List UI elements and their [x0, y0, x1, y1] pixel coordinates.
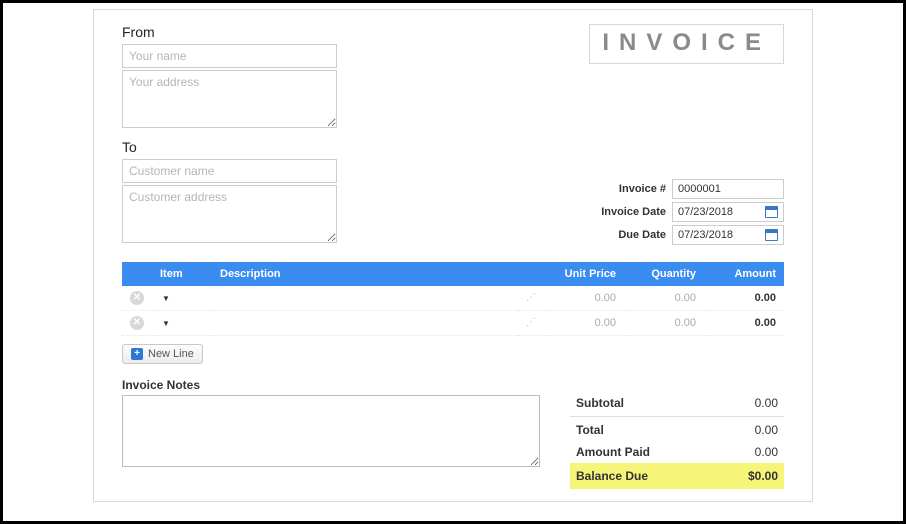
due-date-label: Due Date [556, 229, 666, 241]
plus-icon: + [131, 348, 143, 360]
to-label: To [122, 139, 337, 155]
invoice-number-label: Invoice # [556, 183, 666, 195]
item-cell[interactable] [152, 286, 212, 311]
col-item: Item [152, 262, 212, 286]
total-value: 0.00 [755, 423, 778, 437]
notes-textarea[interactable] [122, 395, 540, 467]
description-cell[interactable] [212, 311, 518, 336]
table-row: ✕ ⋰ 0.00 0.00 0.00 [122, 311, 784, 336]
quantity-cell[interactable]: 0.00 [624, 311, 704, 336]
subtotal-value: 0.00 [755, 396, 778, 410]
col-quantity: Quantity [624, 262, 704, 286]
delete-row-icon[interactable]: ✕ [130, 291, 144, 305]
notes-section: Invoice Notes [122, 378, 540, 489]
invoice-date-input[interactable]: 07/23/2018 [672, 202, 784, 222]
calendar-icon[interactable] [765, 229, 778, 241]
invoice-title: INVOICE [589, 24, 784, 64]
new-line-label: New Line [148, 348, 194, 360]
resize-grip-icon[interactable]: ⋰ [526, 320, 536, 330]
from-address-input[interactable] [122, 70, 337, 128]
to-address-input[interactable] [122, 185, 337, 243]
chevron-down-icon[interactable] [160, 317, 170, 329]
table-row: ✕ ⋰ 0.00 0.00 0.00 [122, 286, 784, 311]
amount-paid-value: 0.00 [755, 445, 778, 459]
due-date-input[interactable]: 07/23/2018 [672, 225, 784, 245]
from-section: From [122, 24, 337, 133]
unit-price-cell[interactable]: 0.00 [544, 311, 624, 336]
amount-cell: 0.00 [704, 286, 784, 311]
to-name-input[interactable] [122, 159, 337, 183]
delete-row-icon[interactable]: ✕ [130, 316, 144, 330]
col-amount: Amount [704, 262, 784, 286]
from-label: From [122, 24, 337, 40]
page-frame: From INVOICE To Invoice # 0000001 [0, 0, 906, 524]
items-header-row: Item Description Unit Price Quantity Amo… [122, 262, 784, 286]
total-label: Total [576, 423, 604, 437]
due-date-value: 07/23/2018 [678, 229, 733, 241]
col-description: Description [212, 262, 518, 286]
invoice-number-value: 0000001 [678, 183, 721, 195]
description-cell[interactable] [212, 286, 518, 311]
notes-label: Invoice Notes [122, 378, 540, 392]
amount-cell: 0.00 [704, 311, 784, 336]
invoice-number-input[interactable]: 0000001 [672, 179, 784, 199]
totals-section: Subtotal 0.00 Total 0.00 Amount Paid 0.0… [570, 392, 784, 489]
invoice-date-label: Invoice Date [556, 206, 666, 218]
invoice-meta: Invoice # 0000001 Invoice Date 07/23/201… [504, 179, 784, 248]
to-section: To [122, 139, 337, 248]
invoice-panel: From INVOICE To Invoice # 0000001 [93, 9, 813, 502]
items-table: Item Description Unit Price Quantity Amo… [122, 262, 784, 336]
col-unit-price: Unit Price [544, 262, 624, 286]
amount-paid-label: Amount Paid [576, 445, 650, 459]
balance-due-label: Balance Due [576, 469, 648, 483]
quantity-cell[interactable]: 0.00 [624, 286, 704, 311]
balance-due-value: $0.00 [748, 469, 778, 483]
calendar-icon[interactable] [765, 206, 778, 218]
chevron-down-icon[interactable] [160, 292, 170, 304]
item-cell[interactable] [152, 311, 212, 336]
unit-price-cell[interactable]: 0.00 [544, 286, 624, 311]
from-name-input[interactable] [122, 44, 337, 68]
new-line-button[interactable]: + New Line [122, 344, 203, 364]
subtotal-label: Subtotal [576, 396, 624, 410]
resize-grip-icon[interactable]: ⋰ [526, 295, 536, 305]
invoice-date-value: 07/23/2018 [678, 206, 733, 218]
